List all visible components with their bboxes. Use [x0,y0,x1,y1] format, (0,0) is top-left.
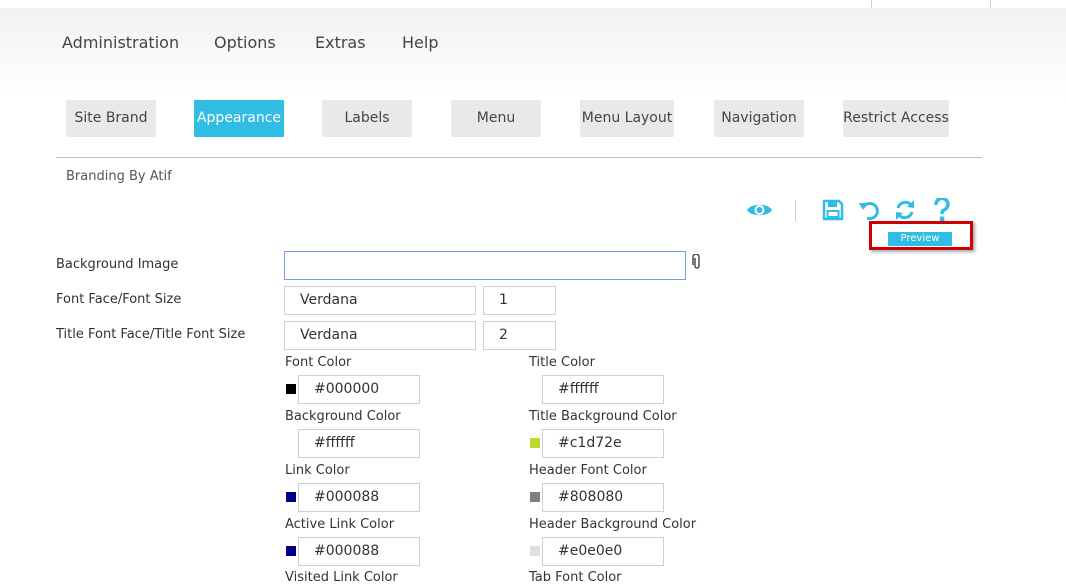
branding-caption: Branding By Atif [66,169,172,184]
font-color-input[interactable]: #000000 [298,375,420,404]
save-icon[interactable] [822,199,844,225]
title-background-color-swatch[interactable] [530,438,540,448]
title-font-face-input[interactable]: Verdana [284,321,476,350]
tab-site-brand[interactable]: Site Brand [66,100,156,137]
title-color-input[interactable]: #ffffff [542,375,664,404]
font-size-input[interactable]: 1 [483,286,556,315]
title-background-color-label: Title Background Color [529,409,677,424]
font-face-input[interactable]: Verdana [284,286,476,315]
tab-menu-layout[interactable]: Menu Layout [580,100,674,137]
tab-menu[interactable]: Menu [451,100,541,137]
link-color-swatch[interactable] [286,492,296,502]
eye-icon[interactable] [746,201,773,223]
title-font-size-input[interactable]: 2 [483,321,556,350]
menu-item-extras[interactable]: Extras [315,33,366,52]
main-menu-bar: Administration Options Extras Help [0,8,1066,100]
header-background-color-input[interactable]: #e0e0e0 [542,537,664,566]
background-image-input[interactable] [284,251,686,280]
menu-item-help[interactable]: Help [402,33,438,52]
menu-item-options[interactable]: Options [214,33,276,52]
top-strip [0,0,1066,8]
menu-item-administration[interactable]: Administration [62,33,179,52]
font-color-label: Font Color [285,355,352,370]
header-font-color-label: Header Font Color [529,463,647,478]
toolbar-separator [795,200,796,221]
tab-navigation[interactable]: Navigation [714,100,804,137]
tab-restrict-access[interactable]: Restrict Access [843,100,949,137]
top-strip-divider [990,0,991,8]
header-font-color-swatch[interactable] [530,492,540,502]
background-image-label: Background Image [56,257,179,272]
paperclip-icon[interactable] [692,253,702,274]
top-strip-divider [871,0,872,8]
tab-appearance[interactable]: Appearance [194,100,284,137]
header-background-color-label: Header Background Color [529,517,697,532]
active-link-color-label: Active Link Color [285,517,395,532]
header-background-color-swatch[interactable] [530,546,540,556]
background-color-label: Background Color [285,409,401,424]
link-color-label: Link Color [285,463,350,478]
background-color-input[interactable]: #ffffff [298,429,420,458]
header-font-color-input[interactable]: #808080 [542,483,664,512]
tab-font-color-label: Tab Font Color [529,570,622,585]
title-background-color-input[interactable]: #c1d72e [542,429,664,458]
visited-link-color-label: Visited Link Color [285,570,398,585]
active-link-color-swatch[interactable] [286,546,296,556]
link-color-input[interactable]: #000088 [298,483,420,512]
font-color-swatch[interactable] [286,384,296,394]
title-font-face-size-label: Title Font Face/Title Font Size [56,327,246,342]
tab-labels[interactable]: Labels [322,100,412,137]
font-face-size-label: Font Face/Font Size [56,292,182,307]
title-color-label: Title Color [529,355,595,370]
section-divider [56,157,982,158]
preview-button[interactable]: Preview [888,232,952,246]
active-link-color-input[interactable]: #000088 [298,537,420,566]
